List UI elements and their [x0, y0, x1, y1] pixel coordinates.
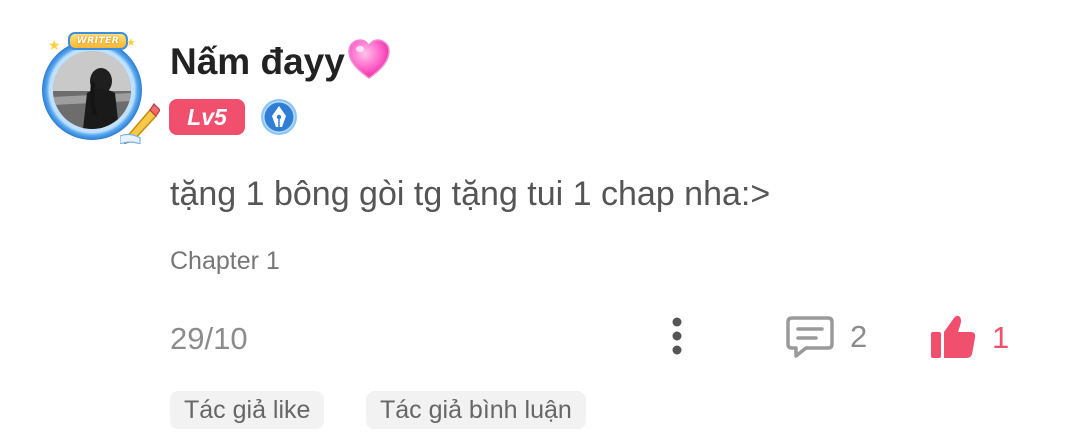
like-count: 1: [992, 320, 1010, 355]
username-text: Nấm đayy: [170, 41, 345, 82]
comment-bubble-icon: [786, 316, 834, 358]
like-button[interactable]: 1: [928, 312, 1018, 362]
level-badge: Lv5: [169, 99, 245, 135]
thumbs-up-icon: [931, 315, 976, 358]
pen-nib-badge-icon: [261, 99, 297, 135]
avatar[interactable]: WRITER ★ ★: [34, 28, 160, 146]
comment-date: 29/10: [170, 321, 248, 356]
more-options-button[interactable]: [660, 314, 694, 360]
username[interactable]: Nấm đayy: [170, 38, 391, 84]
writer-badge: WRITER: [68, 32, 128, 50]
comment-count: 2: [850, 319, 868, 354]
comment-card: WRITER ★ ★ Nấm đayy Lv5 tặng 1 bông gòi …: [0, 0, 1080, 433]
quill-pen-icon: [120, 103, 160, 144]
reply-button[interactable]: 2: [786, 314, 876, 360]
star-icon: ★: [126, 37, 136, 49]
chapter-link[interactable]: Chapter 1: [170, 244, 280, 278]
author-liked-tag: Tác giả like: [170, 391, 325, 429]
pink-heart-icon: [348, 39, 390, 79]
author-replied-tag: Tác giả bình luận: [366, 391, 586, 429]
more-vertical-icon: [672, 317, 682, 355]
comment-text: tặng 1 bông gòi tg tặng tui 1 chap nha:>: [170, 175, 771, 213]
star-icon: ★: [48, 37, 61, 53]
